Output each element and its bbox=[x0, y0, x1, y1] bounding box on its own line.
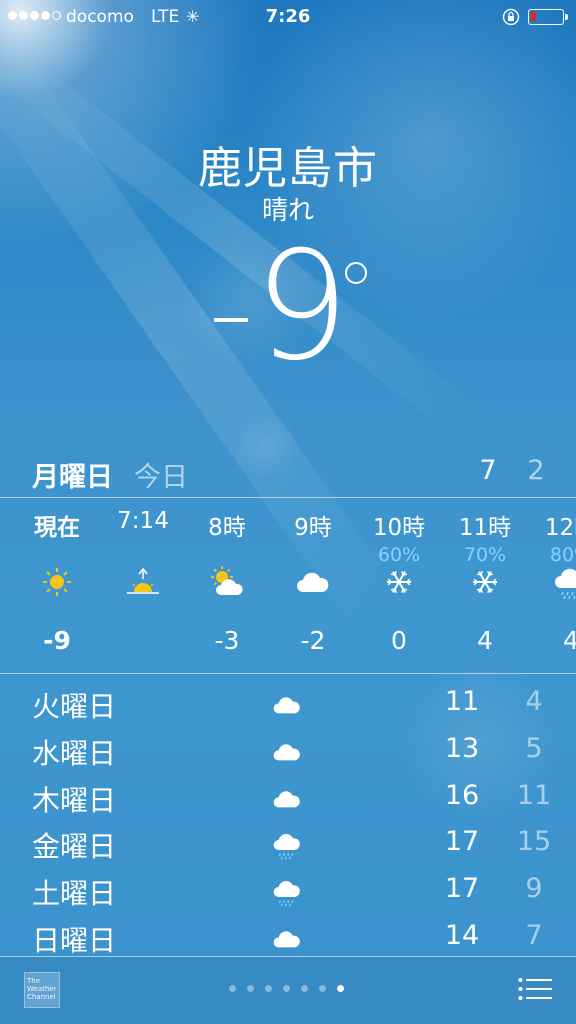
partly-cloudy-icon bbox=[209, 564, 245, 600]
hourly-item: 現在 -9 bbox=[14, 498, 100, 673]
hourly-item: 12時 80% 4 bbox=[528, 498, 576, 673]
cloud-icon bbox=[272, 784, 302, 814]
battery-level bbox=[531, 12, 537, 21]
daily-weekday: 火曜日 bbox=[32, 690, 117, 723]
daily-low: 5 bbox=[525, 732, 543, 764]
daily-row: 火曜日 11 4 bbox=[0, 682, 576, 728]
cloud-icon bbox=[295, 564, 331, 600]
cloud-icon bbox=[272, 737, 302, 767]
today-high: 7 bbox=[479, 455, 497, 486]
hourly-temperature: 4 bbox=[477, 626, 493, 655]
status-bar: docomo LTE ✳ 7:26 bbox=[0, 0, 576, 36]
rain-icon bbox=[553, 564, 576, 600]
daily-low: 4 bbox=[525, 686, 543, 717]
hourly-temperature: 0 bbox=[391, 626, 407, 655]
daily-high: 17 bbox=[444, 873, 480, 905]
rain-icon bbox=[272, 830, 302, 860]
daily-row: 金曜日 17 15 bbox=[0, 822, 576, 868]
hourly-time: 11時 bbox=[458, 515, 512, 541]
precipitation-probability: 70% bbox=[463, 544, 507, 566]
daily-row: 水曜日 13 5 bbox=[0, 729, 576, 775]
hourly-item: 11時 70% 4 bbox=[442, 498, 528, 673]
hourly-time: 9時 bbox=[294, 515, 332, 541]
current-temperature: 9 bbox=[254, 220, 350, 394]
hourly-time: 10時 bbox=[372, 515, 426, 541]
daily-weekday: 金曜日 bbox=[32, 830, 117, 864]
precipitation-probability: 80% bbox=[549, 544, 576, 566]
hourly-item: 9時 -2 bbox=[270, 498, 356, 673]
daily-weekday: 水曜日 bbox=[32, 736, 117, 770]
hourly-forecast[interactable]: 現在 -9 7:14 8時 -3 9時 -2 10時 60% 0 11時 70% 4 12時 80% 4 bbox=[0, 498, 576, 673]
page-dot[interactable] bbox=[229, 985, 236, 992]
city-name: 鹿児島市 bbox=[198, 143, 378, 194]
daily-high: 11 bbox=[444, 686, 480, 717]
hourly-temperature: -9 bbox=[43, 626, 71, 655]
daily-high: 13 bbox=[444, 732, 480, 764]
daily-low: 15 bbox=[516, 826, 552, 858]
hourly-item: 8時 -3 bbox=[184, 498, 270, 673]
daily-weekday: 木曜日 bbox=[32, 783, 117, 817]
hourly-time: 現在 bbox=[34, 515, 80, 541]
hourly-temperature: -2 bbox=[300, 626, 326, 655]
list-icon[interactable] bbox=[518, 977, 552, 1001]
hourly-time: 8時 bbox=[208, 515, 246, 541]
light-ray bbox=[0, 40, 483, 441]
snow-icon bbox=[467, 564, 503, 600]
daily-low: 11 bbox=[516, 779, 552, 811]
hourly-temperature: -3 bbox=[214, 626, 240, 655]
rotation-lock-icon bbox=[502, 8, 520, 26]
hourly-item: 7:14 bbox=[100, 498, 186, 673]
page-dot[interactable] bbox=[265, 985, 272, 992]
snow-icon bbox=[381, 564, 417, 600]
daily-row: 土曜日 17 9 bbox=[0, 869, 576, 915]
temperature-minus-sign bbox=[214, 318, 248, 322]
divider bbox=[0, 673, 576, 674]
logo-text: The bbox=[27, 977, 41, 985]
sun-icon bbox=[39, 564, 75, 600]
today-label: 今日 bbox=[134, 462, 188, 493]
daily-high: 16 bbox=[444, 779, 480, 811]
hourly-temperature: 4 bbox=[563, 626, 576, 655]
daily-weekday: 日曜日 bbox=[32, 924, 117, 957]
status-time: 7:26 bbox=[265, 6, 311, 27]
hourly-time: 12時 bbox=[544, 515, 576, 541]
logo-text: Channel bbox=[27, 993, 56, 1001]
page-dot[interactable] bbox=[283, 985, 290, 992]
battery-icon bbox=[528, 9, 568, 25]
daily-high: 17 bbox=[444, 826, 480, 858]
page-dot[interactable] bbox=[319, 985, 326, 992]
hourly-time: 7:14 bbox=[117, 508, 169, 534]
degree-symbol bbox=[345, 262, 367, 284]
page-dot[interactable] bbox=[301, 985, 308, 992]
rain-icon bbox=[272, 877, 302, 907]
daily-high: 14 bbox=[444, 920, 480, 951]
cloud-icon bbox=[272, 690, 302, 720]
daily-low: 9 bbox=[525, 873, 543, 905]
daily-row: 木曜日 16 11 bbox=[0, 776, 576, 822]
daily-weekday: 土曜日 bbox=[32, 877, 117, 911]
cloud-icon bbox=[272, 924, 302, 954]
weather-channel-logo[interactable]: The Weather Channel bbox=[24, 972, 60, 1008]
sunrise-icon bbox=[125, 564, 161, 600]
page-dot[interactable] bbox=[247, 985, 254, 992]
today-weekday: 月曜日 bbox=[32, 462, 113, 493]
daily-low: 7 bbox=[525, 920, 543, 951]
logo-text: Weather bbox=[27, 985, 57, 993]
page-dot[interactable] bbox=[337, 985, 344, 992]
hourly-item: 10時 60% 0 bbox=[356, 498, 442, 673]
today-summary: 月曜日 今日 7 2 bbox=[0, 455, 576, 495]
today-low: 2 bbox=[527, 455, 545, 486]
precipitation-probability: 60% bbox=[377, 544, 421, 566]
page-indicator[interactable] bbox=[229, 985, 344, 992]
